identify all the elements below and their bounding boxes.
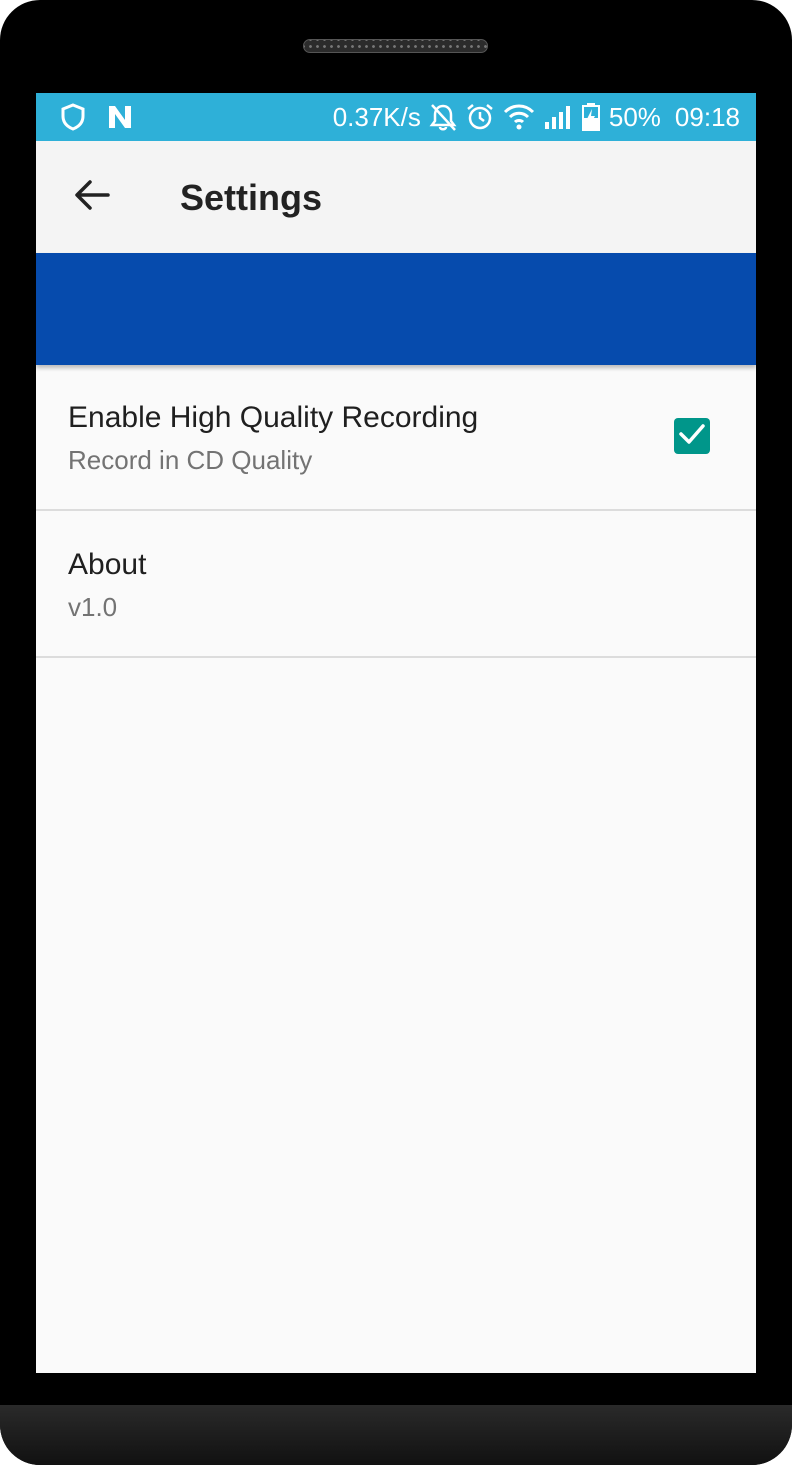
n-logo-icon xyxy=(106,103,134,136)
battery-icon xyxy=(581,102,601,132)
arrow-back-icon xyxy=(74,179,110,216)
app-bar: Settings xyxy=(36,141,756,253)
phone-chin xyxy=(0,1405,792,1465)
clock: 09:18 xyxy=(674,101,740,132)
pref-about[interactable]: About v1.0 xyxy=(36,512,756,658)
pref-high-quality-recording[interactable]: Enable High Quality Recording Record in … xyxy=(36,365,756,511)
shield-icon xyxy=(60,103,86,136)
screen: 0.37K/s 50% 09:18 Settings Enable High Q… xyxy=(36,93,756,1373)
pref-title: About xyxy=(68,548,147,581)
pref-summary: v1.0 xyxy=(68,592,118,622)
phone-frame: 0.37K/s 50% 09:18 Settings Enable High Q… xyxy=(0,0,792,1465)
back-button[interactable] xyxy=(60,165,124,229)
alarm-icon xyxy=(465,102,495,132)
pref-summary: Record in CD Quality xyxy=(68,445,313,475)
wifi-icon xyxy=(503,103,535,131)
earpiece-speaker xyxy=(303,39,488,53)
hq-recording-checkbox[interactable] xyxy=(674,418,710,454)
network-speed: 0.37K/s xyxy=(332,101,421,132)
header-banner xyxy=(36,253,756,365)
battery-level: 50% xyxy=(608,101,661,132)
checkmark-icon xyxy=(678,422,706,451)
muted-bell-icon xyxy=(429,102,457,132)
page-title: Settings xyxy=(180,177,323,218)
pref-title: Enable High Quality Recording xyxy=(68,401,479,434)
signal-icon xyxy=(543,103,573,131)
status-bar: 0.37K/s 50% 09:18 xyxy=(36,93,756,141)
